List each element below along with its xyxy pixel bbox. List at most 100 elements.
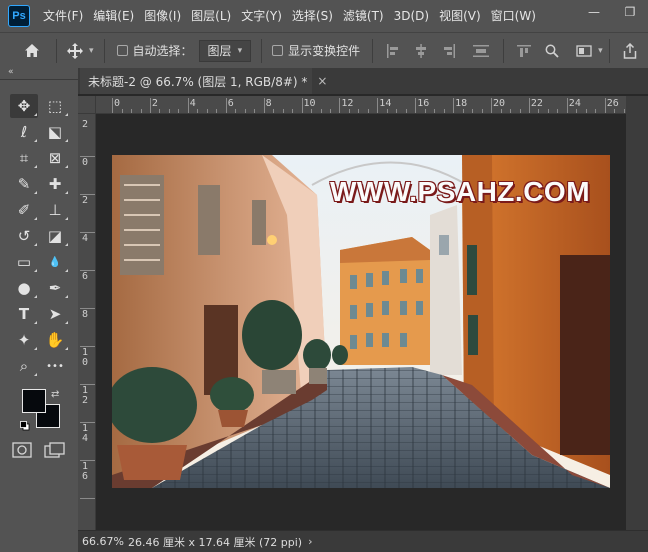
auto-select-target-dropdown[interactable]: 图层 ▾ [198, 39, 252, 62]
dodge-tool[interactable]: ● [10, 276, 38, 300]
menu-select[interactable]: 选择(S) [287, 0, 338, 32]
home-icon[interactable] [20, 39, 44, 63]
eyedropper-tool[interactable]: ✎ [10, 172, 38, 196]
minimize-button[interactable]: — [576, 0, 612, 24]
ruler-tick [263, 98, 265, 113]
vertical-scrollbar[interactable] [626, 96, 648, 530]
show-transform-checkbox[interactable] [272, 45, 284, 56]
screen-mode-icon[interactable] [44, 442, 66, 458]
pen-tool-icon: ✒ [48, 279, 62, 297]
restore-button[interactable]: ❐ [612, 0, 648, 24]
move-tool[interactable]: ✥ [10, 94, 38, 118]
zoom-tool[interactable]: ⌕ [10, 354, 38, 378]
separator [503, 38, 505, 63]
ruler-top-label: 26 [606, 98, 619, 109]
tool-flyout-indicator [65, 269, 68, 272]
ruler-tick [225, 98, 227, 113]
menu-view[interactable]: 视图(V) [434, 0, 486, 32]
ruler-origin[interactable] [78, 96, 96, 114]
tool-flyout-indicator [65, 217, 68, 220]
align-center-icon[interactable] [411, 41, 431, 61]
clone-stamp-tool[interactable]: ⊥ [41, 198, 69, 222]
ruler-tick [301, 98, 303, 113]
tool-flyout-indicator [65, 113, 68, 116]
share-icon[interactable] [620, 41, 640, 61]
tool-flyout-indicator [65, 347, 68, 350]
tool-flyout-indicator [65, 165, 68, 168]
pen-tool[interactable]: ✒ [41, 276, 69, 300]
ruler-top-label: 4 [189, 98, 196, 109]
chevron-down-icon[interactable]: ▾ [89, 46, 94, 56]
vertical-ruler[interactable]: 2 0 2 4 6 8 10 12 14 16 [78, 114, 96, 530]
object-select-tool[interactable]: ⬕ [41, 120, 69, 144]
workspace-icon[interactable] [574, 41, 594, 61]
document-tab[interactable]: 未标题-2 @ 66.7% (图层 1, RGB/8#) * × [80, 68, 327, 94]
quick-mask-icon[interactable] [12, 442, 32, 458]
default-colors-icon[interactable] [20, 421, 30, 431]
zoom-level[interactable]: 66.67% [78, 535, 128, 548]
ruler-top-label: 0 [114, 98, 121, 109]
tool-flyout-indicator [34, 347, 37, 350]
move-tool-preset-icon[interactable] [63, 39, 87, 63]
foreground-color-swatch[interactable] [22, 389, 46, 413]
frame-tool[interactable]: ⊠ [41, 146, 69, 170]
ruler-top-label: 16 [417, 98, 430, 109]
tool-flyout-indicator [65, 139, 68, 142]
custom-shape-tool[interactable]: ✦ [10, 328, 38, 352]
gradient-tool-icon: ▭ [16, 253, 32, 271]
align-top-icon[interactable] [514, 41, 534, 61]
healing-brush-tool[interactable]: ✚ [41, 172, 69, 196]
menu-file[interactable]: 文件(F) [38, 0, 88, 32]
document-tab-title: 未标题-2 @ 66.7% (图层 1, RGB/8#) * [88, 74, 308, 89]
auto-select-checkbox[interactable] [116, 45, 128, 56]
chevron-down-icon[interactable]: ▾ [598, 46, 603, 56]
align-right-icon[interactable] [439, 41, 459, 61]
color-swatches: ⇄ [20, 389, 64, 435]
tool-flyout-indicator [34, 269, 37, 272]
gradient-tool[interactable]: ▭ [10, 250, 38, 274]
brush-tool[interactable]: ✐ [10, 198, 38, 222]
distribute-icon[interactable] [471, 41, 491, 61]
clone-stamp-tool-icon: ⊥ [48, 201, 62, 219]
menu-3d[interactable]: 3D(D) [389, 0, 434, 32]
chevron-right-icon[interactable]: › [308, 535, 312, 548]
swap-colors-icon[interactable]: ⇄ [51, 389, 59, 400]
tool-flyout-indicator [34, 321, 37, 324]
ruler-top-label: 22 [530, 98, 543, 109]
tool-flyout-indicator [34, 139, 37, 142]
type-tool[interactable]: T [10, 302, 38, 326]
ruler-tick [566, 98, 568, 113]
path-select-tool[interactable]: ➤ [41, 302, 69, 326]
menu-type[interactable]: 文字(Y) [236, 0, 287, 32]
collapse-toolbar-icon[interactable]: « [8, 67, 14, 77]
search-icon[interactable] [542, 41, 562, 61]
window-controls: — ❐ [576, 0, 648, 24]
tools-panel: ✥ ⬚ ℓ ⬕ ⌗ ⊠ ✎ ✚ ✐ ⊥ ↺ ◪ ▭ 💧 ● ✒ T ➤ ✦ ✋ ⌕ ••• ⇄ [0, 80, 78, 552]
ruler-left-label: 14 [81, 423, 89, 444]
align-left-icon[interactable] [383, 41, 403, 61]
ruler-left-label: 2 [81, 119, 89, 130]
tool-flyout-indicator [34, 295, 37, 298]
photoshop-logo-icon[interactable]: Ps [8, 5, 30, 27]
menu-window[interactable]: 窗口(W) [486, 0, 541, 32]
menu-filter[interactable]: 滤镜(T) [338, 0, 389, 32]
menu-image[interactable]: 图像(I) [139, 0, 186, 32]
tool-flyout-indicator [34, 373, 37, 376]
menu-layer[interactable]: 图层(L) [186, 0, 236, 32]
frame-tool-icon: ⊠ [48, 149, 62, 167]
ruler-left-label: 4 [81, 233, 89, 244]
close-icon[interactable]: × [317, 74, 327, 88]
eraser-tool[interactable]: ◪ [41, 224, 69, 248]
tool-flyout-indicator [65, 321, 68, 324]
crop-tool[interactable]: ⌗ [10, 146, 38, 170]
blur-tool[interactable]: 💧 [41, 250, 69, 274]
horizontal-ruler[interactable]: 0 2 4 6 8 10 12 14 16 18 20 22 24 26 [96, 96, 626, 114]
hand-tool[interactable]: ✋ [41, 328, 69, 352]
history-brush-tool[interactable]: ↺ [10, 224, 38, 248]
auto-select-label: 自动选择： [132, 44, 193, 58]
marquee-tool[interactable]: ⬚ [41, 94, 69, 118]
menu-edit[interactable]: 编辑(E) [88, 0, 139, 32]
ruler-top-label: 24 [568, 98, 581, 109]
more-tools[interactable]: ••• [41, 354, 69, 378]
lasso-tool[interactable]: ℓ [10, 120, 38, 144]
